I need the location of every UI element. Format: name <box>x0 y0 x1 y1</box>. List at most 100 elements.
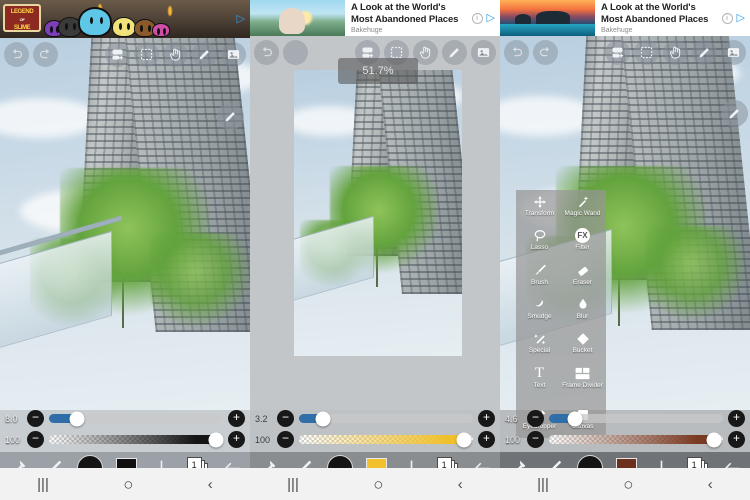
slider-panel[interactable]: 8.0 − + 100 − + <box>0 408 250 450</box>
opacity-track[interactable] <box>549 432 723 447</box>
slider-panel[interactable]: 4.6 − + 100 − + <box>500 408 750 450</box>
home-button[interactable]: ○ <box>123 476 133 493</box>
tool-menu-item-smudge[interactable]: Smudge <box>518 297 561 329</box>
android-nav-bar[interactable]: ||| ○ ‹ <box>500 468 750 500</box>
tool-menu-item-transform[interactable]: Transform <box>518 194 561 226</box>
tool-menu-item-text[interactable]: T Text <box>518 364 561 398</box>
brush-size-increase-button[interactable]: + <box>228 410 245 427</box>
tool-menu-item-filter[interactable]: FX Filter <box>561 228 604 260</box>
undo-button[interactable] <box>504 39 529 65</box>
opacity-track[interactable] <box>49 432 224 447</box>
redo-button[interactable] <box>33 41 58 67</box>
undo-button[interactable] <box>4 41 29 67</box>
pencil-tool-button[interactable] <box>192 41 217 67</box>
android-nav-bar[interactable]: ||| ○ ‹ <box>0 468 250 500</box>
ad-choices-icon[interactable]: ▷ <box>237 13 245 25</box>
recents-button[interactable]: ||| <box>537 477 549 492</box>
pencil-tool-button[interactable] <box>692 39 717 65</box>
ad-controls[interactable]: i ▷ <box>467 12 500 24</box>
brush-size-increase-button[interactable]: + <box>728 410 745 427</box>
tool-menu-popup[interactable]: Transform Magic Wand Lasso FX Filter Bru… <box>516 190 606 438</box>
opacity-track[interactable] <box>299 432 473 447</box>
tool-menu-item-brush[interactable]: Brush <box>518 263 561 295</box>
add-layer-button[interactable] <box>605 39 630 65</box>
brush-size-slider-row[interactable]: 8.0 − + <box>5 408 245 429</box>
ad-controls[interactable]: i ▷ <box>717 12 750 24</box>
tool-menu-item-magic-wand[interactable]: Magic Wand <box>561 194 604 226</box>
recents-button[interactable]: ||| <box>37 477 49 492</box>
ad-choices-icon[interactable]: ▷ <box>737 12 745 24</box>
opacity-knob[interactable] <box>208 432 224 447</box>
brush-size-increase-button[interactable]: + <box>478 410 495 427</box>
brush-size-decrease-button[interactable]: − <box>277 410 294 427</box>
ad-info-icon[interactable]: i <box>721 12 733 24</box>
drawing-canvas[interactable] <box>250 36 500 410</box>
transform-hand-button[interactable] <box>163 41 188 67</box>
transform-hand-button[interactable] <box>663 39 688 65</box>
brush-size-slider-row[interactable]: 3.2 − + <box>255 408 495 429</box>
image-button[interactable] <box>721 39 746 65</box>
top-toolbar[interactable] <box>500 36 750 68</box>
brush-size-decrease-button[interactable]: − <box>27 410 44 427</box>
redo-button[interactable] <box>283 39 308 65</box>
back-nav-button[interactable]: ‹ <box>708 477 713 492</box>
home-button[interactable]: ○ <box>373 476 383 493</box>
tool-menu-item-blur[interactable]: Blur <box>561 297 604 329</box>
brush-size-knob[interactable] <box>567 411 583 426</box>
text-t-icon: T <box>534 364 545 381</box>
ad-banner[interactable]: A Look at the World's Most Abandoned Pla… <box>500 0 750 36</box>
opacity-decrease-button[interactable]: − <box>27 431 44 448</box>
selection-button[interactable] <box>634 39 659 65</box>
ad-info-icon[interactable]: i <box>471 12 483 24</box>
redo-icon <box>539 46 550 56</box>
drawing-canvas[interactable] <box>0 38 250 410</box>
edge-pencil-button[interactable] <box>721 100 748 127</box>
selection-button[interactable] <box>134 41 159 67</box>
tool-menu-item-special[interactable]: Special <box>518 331 561 363</box>
ad-choices-icon[interactable]: ▷ <box>487 12 495 24</box>
back-nav-button[interactable]: ‹ <box>208 477 213 492</box>
pencil-tool-button[interactable] <box>442 39 467 65</box>
tool-menu-item-frame-divider[interactable]: Frame Divider <box>561 366 604 398</box>
opacity-knob[interactable] <box>706 432 722 447</box>
brush-size-track[interactable] <box>549 411 723 426</box>
ad-banner[interactable]: LEGEND OF SLIME ▷ <box>0 0 250 38</box>
opacity-decrease-button[interactable]: − <box>277 431 294 448</box>
opacity-slider-row[interactable]: 100 − + <box>505 429 745 450</box>
back-nav-button[interactable]: ‹ <box>458 477 463 492</box>
tool-menu-item-bucket[interactable]: Bucket <box>561 331 604 363</box>
hand-icon <box>669 46 681 59</box>
brush-size-track[interactable] <box>49 411 223 426</box>
ad-logo-line1: LEGEND <box>10 9 34 15</box>
canvas-artboard[interactable] <box>294 70 462 356</box>
top-toolbar[interactable] <box>0 38 250 70</box>
opacity-slider-row[interactable]: 100 − + <box>255 429 495 450</box>
ad-controls[interactable]: ▷ <box>232 0 250 38</box>
opacity-knob[interactable] <box>456 432 472 447</box>
slider-panel[interactable]: 3.2 − + 100 − + <box>250 408 500 450</box>
tool-menu-item-lasso[interactable]: Lasso <box>518 228 561 260</box>
edge-pencil-button[interactable] <box>217 103 244 130</box>
brush-size-track[interactable] <box>299 411 473 426</box>
redo-button[interactable] <box>533 39 558 65</box>
opacity-decrease-button[interactable]: − <box>527 431 544 448</box>
tool-menu-item-eraser[interactable]: Eraser <box>561 263 604 295</box>
ad-banner[interactable]: A Look at the World's Most Abandoned Pla… <box>250 0 500 36</box>
opacity-increase-button[interactable]: + <box>478 431 495 448</box>
add-layer-button[interactable] <box>105 41 130 67</box>
opacity-slider-row[interactable]: 100 − + <box>5 429 245 450</box>
recents-button[interactable]: ||| <box>287 477 299 492</box>
pencil-icon <box>729 109 739 119</box>
brush-size-slider-row[interactable]: 4.6 − + <box>505 408 745 429</box>
image-button[interactable] <box>221 41 246 67</box>
pencil-icon <box>199 49 209 59</box>
home-button[interactable]: ○ <box>623 476 633 493</box>
opacity-increase-button[interactable]: + <box>228 431 245 448</box>
brush-size-decrease-button[interactable]: − <box>527 410 544 427</box>
brush-size-knob[interactable] <box>69 411 85 426</box>
brush-size-knob[interactable] <box>315 411 331 426</box>
image-button[interactable] <box>471 39 496 65</box>
opacity-increase-button[interactable]: + <box>728 431 745 448</box>
android-nav-bar[interactable]: ||| ○ ‹ <box>250 468 500 500</box>
undo-button[interactable] <box>254 39 279 65</box>
